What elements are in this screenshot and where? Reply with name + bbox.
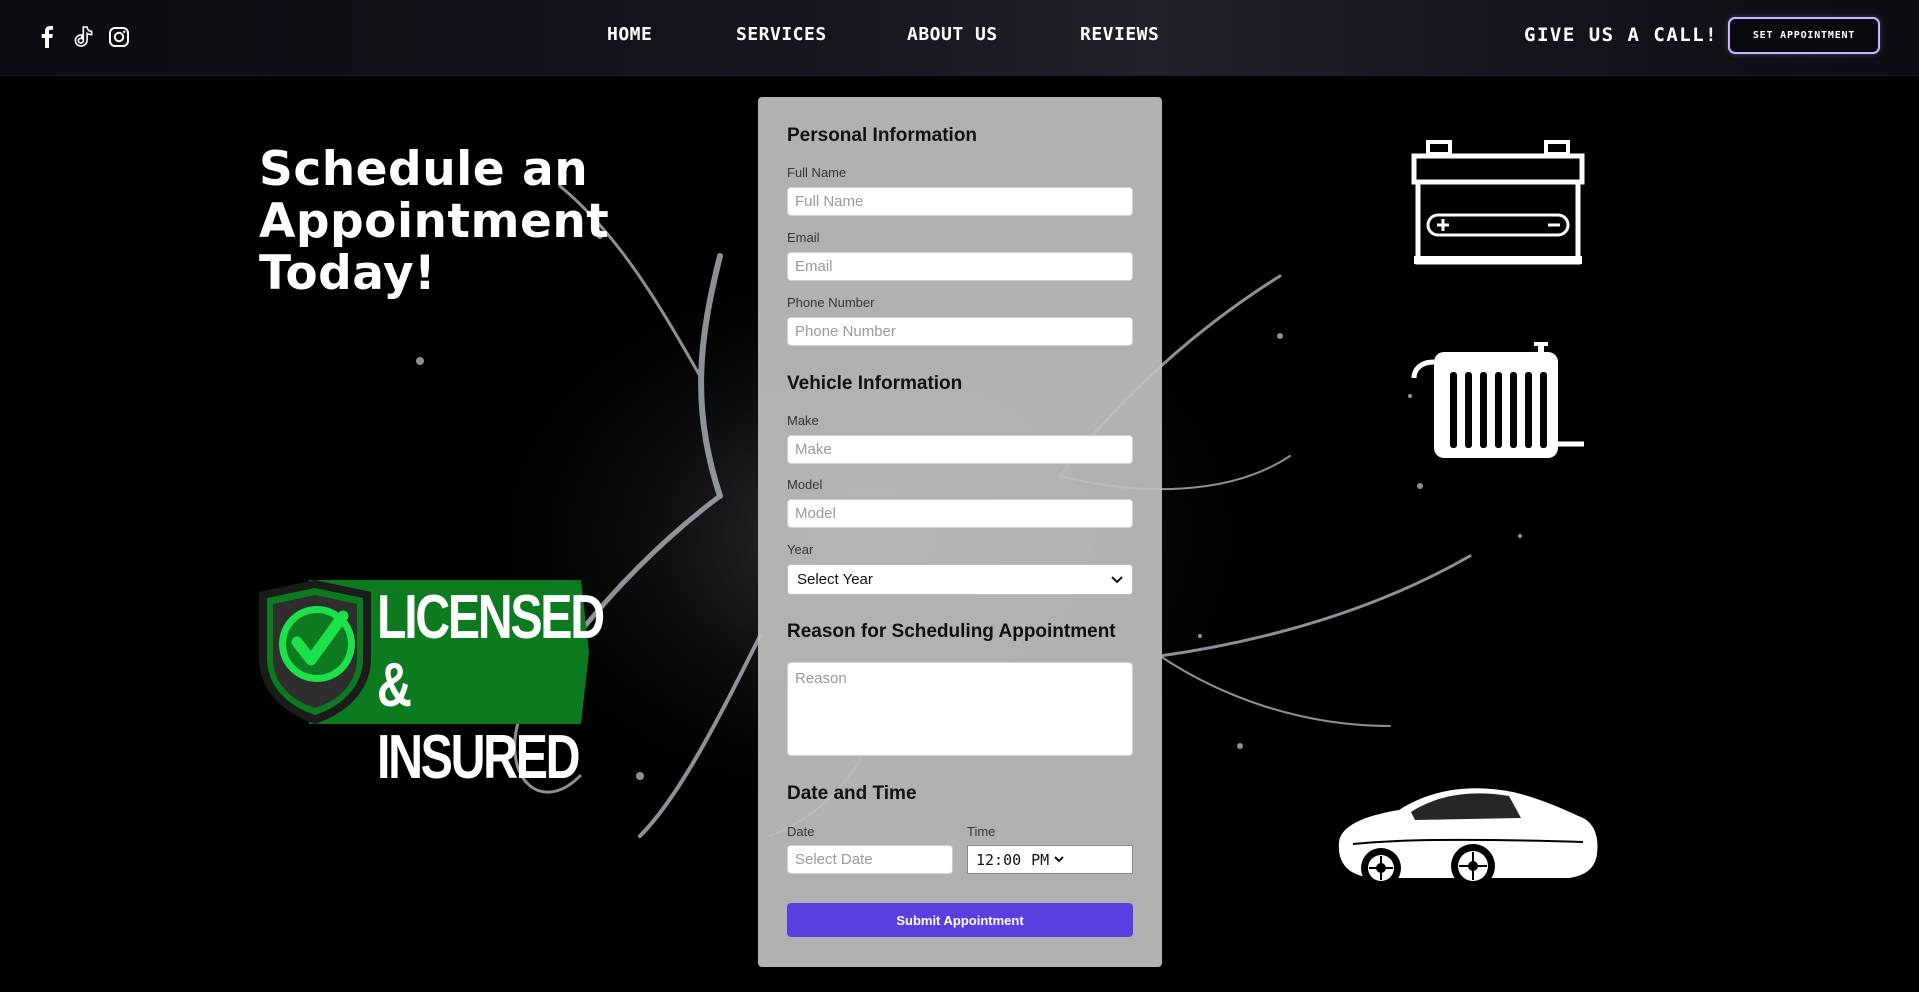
date-time-heading: Date and Time [787,783,917,804]
chevron-down-icon [1054,856,1064,863]
time-value: 12:00 [976,850,1022,869]
call-us-text[interactable]: GIVE US A CALL! [1524,24,1718,46]
radiator-icon [1411,342,1584,458]
date-input[interactable] [787,845,953,874]
nav-reviews-link[interactable]: REVIEWS [1080,24,1159,45]
make-input[interactable] [787,435,1133,464]
full-name-label: Full Name [787,165,847,180]
chevron-down-icon [1111,575,1123,583]
year-select[interactable]: Select Year [787,564,1133,595]
date-label: Date [787,824,815,839]
reason-textarea[interactable] [787,662,1133,756]
model-input[interactable] [787,499,1133,528]
licensed-insured-badge: LICENSED & INSURED [259,578,605,792]
car-icon [1338,788,1598,888]
page-headline: Schedule an Appointment Today! [259,142,610,301]
nav-home-link[interactable]: HOME [607,24,652,45]
instagram-icon[interactable] [106,24,132,50]
make-label: Make [787,413,819,428]
personal-info-heading: Personal Information [787,125,978,146]
vehicle-info-heading: Vehicle Information [787,373,963,394]
time-picker[interactable]: 12:00 PM [967,845,1133,874]
time-period: PM [1031,850,1050,869]
phone-label: Phone Number [787,295,875,310]
badge-line-licensed: LICENSED [377,583,605,652]
badge-line-insured: & INSURED [377,651,581,792]
set-appointment-button[interactable]: SET APPOINTMENT [1728,17,1880,54]
reason-heading: Reason for Scheduling Appointment [787,621,1116,642]
full-name-input[interactable] [787,187,1133,216]
nav-about-link[interactable]: ABOUT US [907,24,998,45]
battery-icon [1411,140,1585,265]
email-label: Email [787,230,820,245]
nav-services-link[interactable]: SERVICES [736,24,827,45]
facebook-icon[interactable] [34,24,60,50]
email-input[interactable] [787,252,1133,281]
year-label: Year [787,542,814,557]
appointment-form-panel: Personal Information Full Name Email Pho… [758,97,1162,967]
submit-appointment-button[interactable]: Submit Appointment [787,903,1133,937]
top-navigation-bar: HOME SERVICES ABOUT US REVIEWS GIVE US A… [0,0,1919,76]
tiktok-icon[interactable] [70,24,96,50]
model-label: Model [787,477,823,492]
year-select-value: Select Year [797,571,873,588]
time-label: Time [967,824,996,839]
phone-input[interactable] [787,317,1133,346]
